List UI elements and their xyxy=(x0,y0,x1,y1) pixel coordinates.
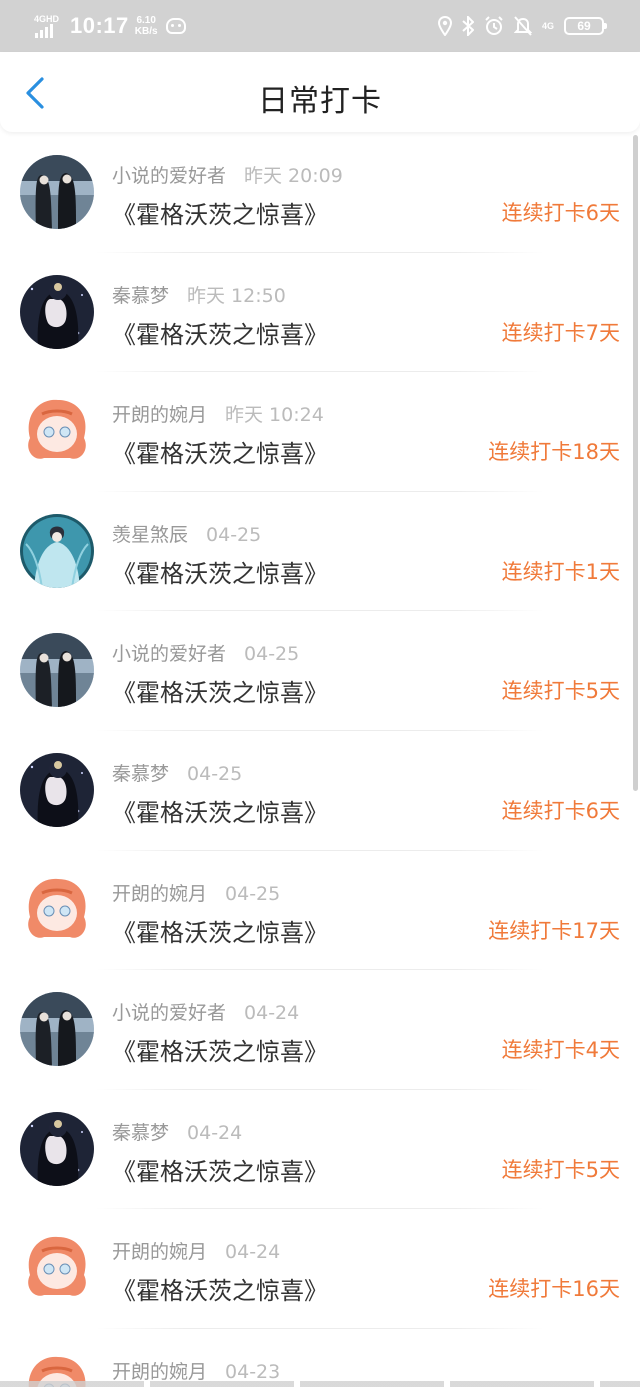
blue-robe-avatar[interactable] xyxy=(20,513,94,588)
page-title: 日常打卡 xyxy=(258,84,382,119)
chibi-avatar[interactable] xyxy=(20,872,94,947)
user-line: 小说的爱好者 04-25 xyxy=(112,639,299,666)
timestamp: 昨天 10:24 xyxy=(225,404,324,427)
user-line: 秦慕梦 04-25 xyxy=(112,759,242,786)
chibi-avatar[interactable] xyxy=(20,394,94,469)
battery-icon: 69 xyxy=(564,17,607,35)
timestamp: 04-24 xyxy=(187,1121,243,1144)
username[interactable]: 秦慕梦 xyxy=(112,763,169,785)
book-title[interactable]: 《霍格沃茨之惊喜》 xyxy=(112,434,328,469)
username[interactable]: 小说的爱好者 xyxy=(112,643,226,665)
timestamp: 04-24 xyxy=(244,1002,300,1025)
twins-avatar[interactable] xyxy=(20,633,94,708)
user-line: 羡星煞辰 04-25 xyxy=(112,520,261,547)
app-notification-icon xyxy=(165,18,186,34)
user-line: 开朗的婉月 04-25 xyxy=(112,879,280,906)
timestamp: 04-25 xyxy=(244,643,300,666)
scrollbar[interactable] xyxy=(633,135,638,791)
username[interactable]: 秦慕梦 xyxy=(112,285,169,307)
user-line: 开朗的婉月 昨天 10:24 xyxy=(112,400,324,427)
streak-label: 连续打卡16天 xyxy=(488,1277,620,1302)
list-item[interactable]: 秦慕梦 04-25 《霍格沃茨之惊喜》 连续打卡6天 xyxy=(0,731,640,851)
streak-label: 连续打卡18天 xyxy=(488,440,620,465)
list-item[interactable]: 小说的爱好者 04-24 《霍格沃茨之惊喜》 连续打卡4天 xyxy=(0,970,640,1090)
username[interactable]: 小说的爱好者 xyxy=(112,165,226,187)
list-item[interactable]: 小说的爱好者 昨天 20:09 《霍格沃茨之惊喜》 连续打卡6天 xyxy=(0,133,640,253)
streak-label: 连续打卡6天 xyxy=(501,201,620,225)
username[interactable]: 开朗的婉月 xyxy=(112,404,207,426)
status-bar-left: 4GHD 10:17 6.10 KB/s xyxy=(34,8,186,44)
book-title[interactable]: 《霍格沃茨之惊喜》 xyxy=(112,315,328,350)
cellular-signal-icon: 4GHD xyxy=(34,12,64,40)
timestamp: 04-25 xyxy=(206,523,262,546)
mute-bell-icon xyxy=(513,16,532,36)
list-item[interactable]: 秦慕梦 04-24 《霍格沃茨之惊喜》 连续打卡5天 xyxy=(0,1090,640,1210)
streak-label: 连续打卡5天 xyxy=(501,1157,620,1182)
streak-label: 连续打卡1天 xyxy=(501,559,620,584)
timestamp: 昨天 12:50 xyxy=(187,284,286,307)
book-title[interactable]: 《霍格沃茨之惊喜》 xyxy=(112,554,328,589)
clock: 10:17 xyxy=(70,13,129,38)
streak-label: 连续打卡17天 xyxy=(488,918,620,943)
location-icon xyxy=(437,16,452,36)
bottom-edge-divider xyxy=(0,1381,640,1387)
user-line: 开朗的婉月 04-23 xyxy=(112,1357,280,1384)
twins-avatar[interactable] xyxy=(20,992,94,1067)
network-speed: 6.10 KB/s xyxy=(135,15,158,37)
bluetooth-icon xyxy=(462,16,474,36)
streak-label: 连续打卡7天 xyxy=(501,320,620,345)
top-nav-bar: 日常打卡 xyxy=(0,52,640,132)
book-title[interactable]: 《霍格沃茨之惊喜》 xyxy=(112,1152,328,1187)
user-line: 小说的爱好者 昨天 20:09 xyxy=(112,161,343,188)
book-title[interactable]: 《霍格沃茨之惊喜》 xyxy=(112,793,328,828)
username[interactable]: 开朗的婉月 xyxy=(112,883,207,905)
username[interactable]: 开朗的婉月 xyxy=(112,1241,207,1263)
list-item[interactable]: 小说的爱好者 04-25 《霍格沃茨之惊喜》 连续打卡5天 xyxy=(0,611,640,731)
username[interactable]: 羡星煞辰 xyxy=(112,524,188,546)
book-title[interactable]: 《霍格沃茨之惊喜》 xyxy=(112,1271,328,1306)
list-item[interactable]: 开朗的婉月 04-25 《霍格沃茨之惊喜》 连续打卡17天 xyxy=(0,851,640,971)
timestamp: 04-25 xyxy=(225,882,281,905)
streak-label: 连续打卡4天 xyxy=(501,1038,620,1063)
streak-label: 连续打卡6天 xyxy=(501,798,620,823)
user-line: 秦慕梦 昨天 12:50 xyxy=(112,281,286,308)
timestamp: 04-24 xyxy=(225,1241,281,1264)
user-line: 小说的爱好者 04-24 xyxy=(112,998,299,1025)
timestamp: 昨天 20:09 xyxy=(244,165,343,187)
battery-level: 69 xyxy=(577,19,591,33)
list-item[interactable]: 秦慕梦 昨天 12:50 《霍格沃茨之惊喜》 连续打卡7天 xyxy=(0,253,640,373)
user-line: 开朗的婉月 04-24 xyxy=(112,1237,280,1264)
network-4g: 4G xyxy=(541,20,554,31)
username[interactable]: 秦慕梦 xyxy=(112,1122,169,1144)
list-item[interactable]: 羡星煞辰 04-25 《霍格沃茨之惊喜》 连续打卡1天 xyxy=(0,492,640,612)
list-item[interactable]: 开朗的婉月 04-23 xyxy=(0,1329,640,1387)
timestamp: 04-25 xyxy=(187,762,243,785)
status-bar: 4GHD 10:17 6.10 KB/s 4G 69 xyxy=(0,0,640,52)
user-line: 秦慕梦 04-24 xyxy=(112,1118,242,1145)
chibi-avatar[interactable] xyxy=(20,1231,94,1306)
list-item[interactable]: 开朗的婉月 04-24 《霍格沃茨之惊喜》 连续打卡16天 xyxy=(0,1209,640,1329)
book-title[interactable]: 《霍格沃茨之惊喜》 xyxy=(112,673,328,708)
speed-unit: KB/s xyxy=(134,26,158,37)
network-type: 4GHD xyxy=(34,14,60,24)
list-item[interactable]: 开朗的婉月 昨天 10:24 《霍格沃茨之惊喜》 连续打卡18天 xyxy=(0,372,640,492)
checkin-list[interactable]: 小说的爱好者 昨天 20:09 《霍格沃茨之惊喜》 连续打卡6天 秦慕梦 昨天 12:50… xyxy=(0,133,640,1387)
dark-hair-avatar[interactable] xyxy=(20,1111,94,1186)
speed-value: 6.10 xyxy=(136,15,156,26)
status-bar-right: 4G 69 xyxy=(437,10,607,42)
dark-hair-avatar[interactable] xyxy=(20,752,94,827)
username[interactable]: 小说的爱好者 xyxy=(112,1002,226,1024)
book-title[interactable]: 《霍格沃茨之惊喜》 xyxy=(112,1032,328,1067)
username[interactable]: 开朗的婉月 xyxy=(112,1361,207,1383)
alarm-icon xyxy=(485,16,503,35)
book-title[interactable]: 《霍格沃茨之惊喜》 xyxy=(112,195,328,230)
twins-avatar[interactable] xyxy=(20,155,94,229)
streak-label: 连续打卡5天 xyxy=(501,679,620,704)
timestamp: 04-23 xyxy=(225,1360,281,1383)
book-title[interactable]: 《霍格沃茨之惊喜》 xyxy=(112,913,328,948)
dark-hair-avatar[interactable] xyxy=(20,274,94,349)
